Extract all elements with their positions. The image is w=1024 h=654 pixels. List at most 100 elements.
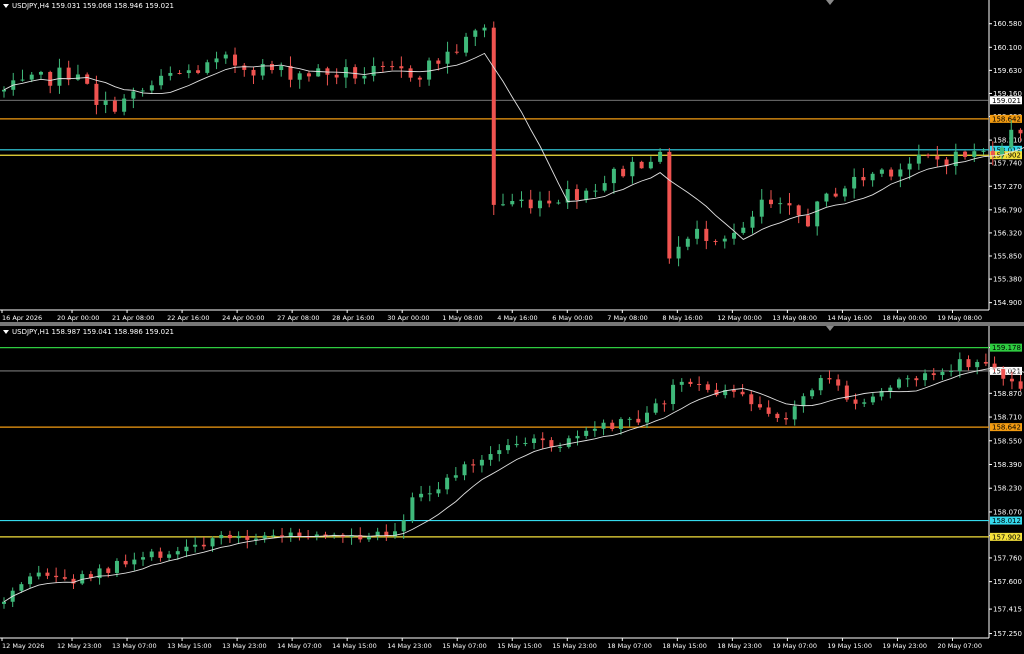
bear-candle[interactable]: [697, 383, 702, 385]
bear-candle[interactable]: [889, 169, 894, 177]
bull-candle[interactable]: [38, 71, 43, 75]
bull-candle[interactable]: [870, 396, 875, 403]
bull-candle[interactable]: [523, 442, 528, 444]
bear-candle[interactable]: [1009, 378, 1014, 382]
bull-candle[interactable]: [103, 100, 108, 105]
chart-pane-h4[interactable]: USDJPY,H4 159.031 159.068 158.946 159.02…: [0, 0, 1024, 322]
bear-candle[interactable]: [528, 199, 533, 209]
bull-candle[interactable]: [653, 403, 658, 413]
bull-candle[interactable]: [676, 246, 681, 259]
bull-candle[interactable]: [975, 361, 980, 368]
bull-candle[interactable]: [584, 430, 589, 436]
bull-candle[interactable]: [644, 412, 649, 423]
bull-candle[interactable]: [279, 65, 284, 71]
bull-candle[interactable]: [671, 384, 676, 405]
bull-candle[interactable]: [602, 183, 607, 191]
bull-candle[interactable]: [297, 73, 302, 80]
bear-candle[interactable]: [177, 73, 182, 75]
bull-candle[interactable]: [1000, 147, 1005, 156]
bear-candle[interactable]: [196, 70, 201, 73]
bear-candle[interactable]: [547, 200, 552, 204]
bull-candle[interactable]: [818, 378, 823, 391]
bear-candle[interactable]: [417, 77, 422, 80]
bull-candle[interactable]: [149, 85, 154, 91]
bear-candle[interactable]: [353, 67, 358, 79]
bull-candle[interactable]: [537, 200, 542, 209]
bull-candle[interactable]: [362, 75, 367, 79]
bull-candle[interactable]: [957, 359, 962, 371]
bull-candle[interactable]: [972, 151, 977, 157]
bull-candle[interactable]: [57, 67, 62, 86]
bull-candle[interactable]: [253, 538, 258, 540]
bull-candle[interactable]: [759, 199, 764, 217]
bear-candle[interactable]: [833, 193, 838, 197]
bear-candle[interactable]: [662, 403, 667, 405]
bull-candle[interactable]: [810, 390, 815, 397]
bear-candle[interactable]: [784, 418, 789, 420]
bull-candle[interactable]: [852, 176, 857, 189]
bear-candle[interactable]: [861, 176, 866, 181]
bull-candle[interactable]: [29, 74, 34, 80]
bull-candle[interactable]: [627, 418, 632, 420]
bull-candle[interactable]: [427, 60, 432, 80]
bear-candle[interactable]: [112, 100, 117, 112]
bear-candle[interactable]: [251, 69, 256, 76]
bull-candle[interactable]: [473, 30, 478, 37]
bull-candle[interactable]: [732, 232, 737, 239]
bull-candle[interactable]: [462, 464, 467, 476]
bull-candle[interactable]: [371, 65, 376, 76]
bull-candle[interactable]: [842, 188, 847, 197]
bear-candle[interactable]: [621, 168, 626, 177]
bear-candle[interactable]: [62, 577, 67, 579]
bull-candle[interactable]: [601, 422, 606, 429]
bull-candle[interactable]: [630, 161, 635, 177]
bull-candle[interactable]: [695, 228, 700, 239]
bear-candle[interactable]: [966, 359, 971, 368]
bull-candle[interactable]: [271, 535, 276, 537]
bear-candle[interactable]: [123, 560, 128, 565]
bull-candle[interactable]: [419, 493, 424, 498]
bear-candle[interactable]: [574, 189, 579, 201]
bull-candle[interactable]: [611, 168, 616, 184]
bear-candle[interactable]: [740, 391, 745, 395]
bear-candle[interactable]: [704, 228, 709, 241]
bull-candle[interactable]: [949, 370, 954, 372]
bear-candle[interactable]: [297, 532, 302, 537]
bull-candle[interactable]: [445, 51, 450, 64]
bear-candle[interactable]: [931, 373, 936, 376]
bear-candle[interactable]: [94, 83, 99, 105]
bull-candle[interactable]: [479, 459, 484, 466]
bull-candle[interactable]: [168, 73, 173, 76]
bear-candle[interactable]: [540, 438, 545, 441]
bull-candle[interactable]: [436, 489, 441, 494]
bull-candle[interactable]: [592, 428, 597, 431]
bull-candle[interactable]: [219, 534, 224, 539]
bull-candle[interactable]: [453, 475, 458, 478]
chart-shift-marker-icon[interactable]: [826, 326, 834, 331]
bull-candle[interactable]: [122, 98, 127, 112]
bear-candle[interactable]: [106, 568, 111, 573]
bear-candle[interactable]: [768, 199, 773, 205]
bull-candle[interactable]: [131, 91, 136, 99]
bull-candle[interactable]: [658, 151, 663, 162]
bull-candle[interactable]: [210, 538, 215, 547]
bull-candle[interactable]: [824, 193, 829, 202]
bull-candle[interactable]: [184, 546, 189, 552]
bear-candle[interactable]: [71, 578, 76, 584]
bear-candle[interactable]: [54, 575, 59, 578]
bear-candle[interactable]: [667, 151, 672, 259]
bear-candle[interactable]: [935, 156, 940, 160]
bear-candle[interactable]: [399, 66, 404, 69]
bear-candle[interactable]: [914, 378, 919, 381]
bear-candle[interactable]: [757, 404, 762, 408]
bull-candle[interactable]: [501, 204, 506, 206]
bull-candle[interactable]: [575, 435, 580, 439]
bear-candle[interactable]: [805, 215, 810, 227]
bear-candle[interactable]: [471, 464, 476, 466]
bull-candle[interactable]: [907, 163, 912, 170]
bull-candle[interactable]: [898, 169, 903, 177]
bear-candle[interactable]: [713, 240, 718, 242]
bull-candle[interactable]: [750, 216, 755, 228]
bear-candle[interactable]: [245, 535, 250, 540]
bull-candle[interactable]: [132, 559, 137, 565]
